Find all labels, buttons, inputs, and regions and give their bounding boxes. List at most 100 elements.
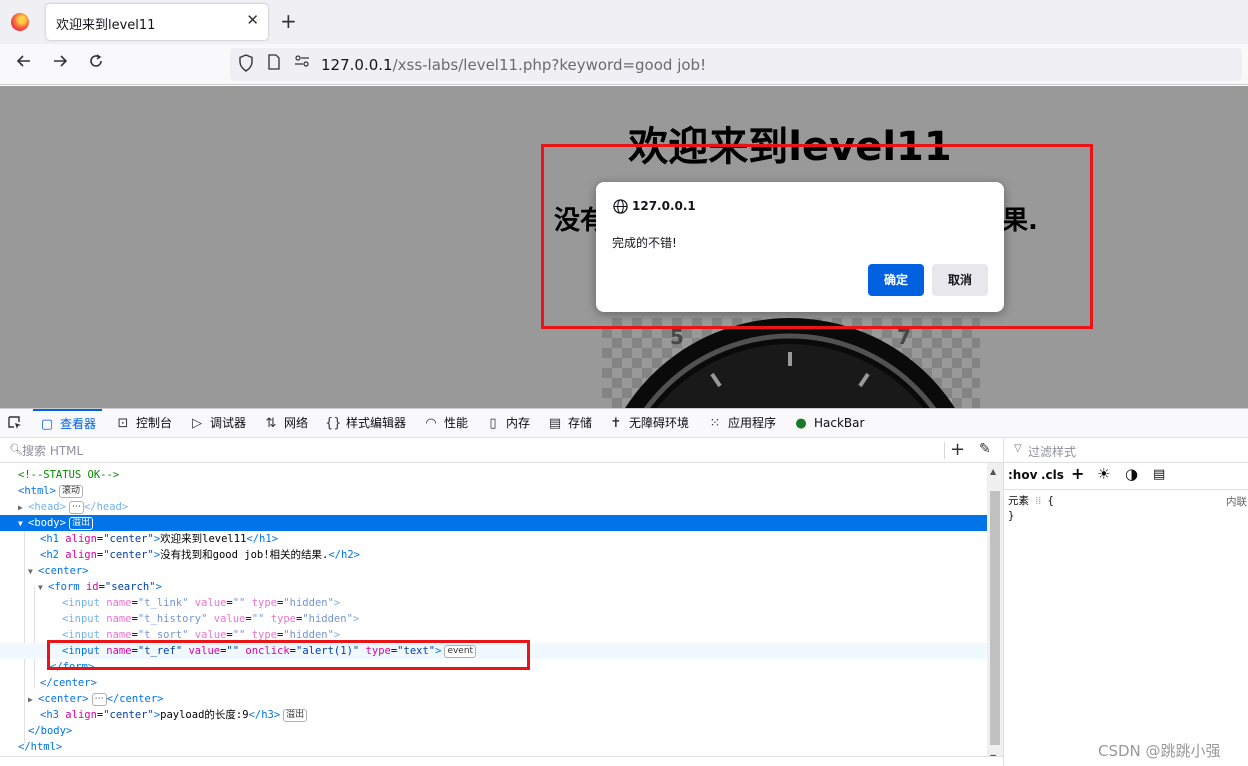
tab-strip: 欢迎来到level11 ✕ + (0, 0, 1248, 44)
markup-line-center[interactable]: ▼ <center> (0, 563, 987, 579)
watermark: CSDN @跳跳小强 (1098, 742, 1221, 760)
html-search-bar: 🔍︎ 搜索 HTML + ✎ (0, 438, 1003, 463)
overflow-badge[interactable]: 溢出 (283, 709, 308, 722)
eyedropper-icon[interactable]: ✎ (979, 441, 991, 457)
classes-button[interactable]: .cls (1041, 468, 1064, 482)
element-selector: 元素 (1008, 495, 1029, 507)
tab-hackbar-label: HackBar (814, 416, 865, 430)
tab-active[interactable]: 欢迎来到level11 ✕ (46, 4, 268, 40)
scroll-badge[interactable]: 滚动 (58, 485, 83, 498)
markup-tag: <html> (18, 485, 56, 497)
tab-application-label: 应用程序 (728, 416, 777, 430)
reload-button[interactable] (84, 52, 108, 76)
hackbar-icon: ● (795, 416, 807, 431)
url-host: 127.0.0.1 (321, 56, 393, 74)
markup-line-comment[interactable]: <!--STATUS OK--> (0, 467, 987, 483)
collapse-triangle-icon[interactable]: ▼ (38, 580, 48, 596)
breadcrumb-bar (0, 756, 1003, 766)
tab-debugger-label: 调试器 (210, 416, 247, 430)
markup-line-h1[interactable]: <h1 align="center">欢迎来到level11</h1> (0, 531, 987, 547)
light-theme-icon[interactable]: ☀ (1097, 465, 1110, 483)
back-button[interactable] (12, 52, 36, 76)
debugger-icon: ▷ (192, 416, 202, 431)
collapse-triangle-icon[interactable]: ▼ (28, 564, 38, 580)
rules-filter-bar: ▽ 过滤样式 (1004, 438, 1248, 463)
markup-line-body-close[interactable]: </body> (0, 723, 987, 739)
ok-button[interactable]: 确定 (868, 264, 924, 296)
add-node-button[interactable]: + (950, 439, 965, 460)
rules-filter-input[interactable]: 过滤样式 (1028, 443, 1076, 460)
markup-line-center-close[interactable]: </center> (0, 675, 987, 691)
search-icon: 🔍︎ (9, 443, 23, 456)
html-search-input[interactable]: 搜索 HTML (22, 442, 83, 459)
cancel-button[interactable]: 取消 (932, 264, 988, 296)
markup-line-h2[interactable]: <h2 align="center">没有找到和good job!相关的结果.<… (0, 547, 987, 563)
collapse-triangle-icon[interactable]: ▼ (18, 516, 28, 532)
memory-icon: ▯ (489, 416, 497, 431)
tab-memory-label: 内存 (506, 416, 531, 430)
expand-triangle-icon[interactable]: ▶ (18, 500, 28, 516)
annotation-box-input (47, 640, 530, 670)
tab-network[interactable]: ⇅ 网络 (263, 409, 308, 438)
url-text[interactable]: 127.0.0.1/xss-labs/level11.php?keyword=g… (321, 56, 706, 74)
tab-storage[interactable]: ▤ 存储 (547, 409, 592, 438)
firefox-logo-icon[interactable] (11, 13, 29, 31)
markup-line-input-t-link[interactable]: <input name="t_link" value="" type="hidd… (0, 595, 987, 611)
rule-close-brace: } (1008, 510, 1015, 522)
tab-style-editor[interactable]: {} 样式编辑器 (325, 409, 406, 438)
permissions-icon[interactable] (292, 54, 312, 74)
toolbar-separator (944, 442, 945, 459)
overflow-badge[interactable]: 溢出 (68, 517, 93, 530)
new-tab-button[interactable]: + (280, 9, 297, 33)
add-rule-icon[interactable]: + (1071, 464, 1084, 483)
close-tab-icon[interactable]: ✕ (246, 11, 259, 29)
markup-line-head[interactable]: ▶ <head> ⋯ </head> (0, 499, 987, 515)
url-path: /xss-labs/level11.php?keyword=good job! (392, 56, 707, 74)
alert-dialog: 127.0.0.1 完成的不错! 确定 取消 (596, 182, 1004, 312)
console-icon: ⊡ (117, 416, 129, 431)
markup-tag: </head> (83, 501, 129, 513)
tab-network-label: 网络 (284, 416, 309, 430)
rules-panel: ▽ 过滤样式 :hov .cls + ☀ ◑ ▤ 元素 ⁞⁞ { } 内联 (1003, 438, 1248, 766)
markup-line-center-collapsed[interactable]: ▶ <center> ⋯ </center> (0, 691, 987, 707)
markup-comment: <!--STATUS OK--> (18, 469, 120, 481)
element-picker-icon[interactable] (7, 415, 24, 432)
globe-icon (613, 199, 628, 214)
rules-body: 元素 ⁞⁞ { } (1008, 494, 1054, 524)
accessibility-icon: ✝ (610, 416, 622, 431)
hover-states-button[interactable]: :hov (1008, 468, 1037, 482)
tab-application[interactable]: ⁙ 应用程序 (707, 409, 776, 438)
markup-line-body-selected[interactable]: ▼ <body> 溢出 (0, 515, 987, 531)
shield-icon[interactable] (236, 54, 256, 74)
markup-scrollbar[interactable]: ▲ ▼ (987, 463, 1003, 766)
tab-inspector[interactable]: ▢ 查看器 (33, 409, 103, 438)
tab-console[interactable]: ⊡ 控制台 (115, 409, 172, 438)
tab-memory[interactable]: ▯ 内存 (485, 409, 530, 438)
markup-line-form[interactable]: ▼ <form id="search"> (0, 579, 987, 595)
tab-accessibility[interactable]: ✝ 无障碍环境 (608, 409, 689, 438)
tab-debugger[interactable]: ▷ 调试器 (189, 409, 246, 438)
tab-performance[interactable]: ◠ 性能 (423, 409, 468, 438)
application-icon: ⁙ (709, 416, 721, 431)
markup-line-html-close[interactable]: </html> (0, 739, 987, 755)
collapsed-badge[interactable]: ⋯ (91, 693, 107, 706)
markup-view: <!--STATUS OK--> <html> 滚动 ▶ <head> ⋯ </head… (0, 463, 987, 759)
markup-line-h3[interactable]: <h3 align="center">payload的长度:9</h3> 溢出 (0, 707, 987, 723)
tab-hackbar[interactable]: ● HackBar (793, 409, 864, 438)
collapsed-badge[interactable]: ⋯ (68, 501, 84, 514)
url-bar[interactable]: 127.0.0.1/xss-labs/level11.php?keyword=g… (230, 48, 1242, 81)
markup-tag: <body> (28, 517, 66, 529)
scroll-up-icon[interactable]: ▲ (990, 467, 996, 476)
dialog-origin: 127.0.0.1 (632, 199, 696, 213)
browser-window: 欢迎来到level11 ✕ + 127.0.0.1/xss-labs/level… (0, 0, 1248, 766)
markup-line-input-t-history[interactable]: <input name="t_history" value="" type="h… (0, 611, 987, 627)
reload-icon (90, 54, 102, 67)
markup-line-html[interactable]: <html> 滚动 (0, 483, 987, 499)
expand-triangle-icon[interactable]: ▶ (28, 692, 38, 708)
forward-button[interactable] (48, 52, 72, 76)
tab-inspector-label: 查看器 (60, 417, 97, 431)
page-icon[interactable] (264, 54, 284, 74)
dark-theme-icon[interactable]: ◑ (1125, 465, 1138, 483)
print-media-icon[interactable]: ▤ (1153, 467, 1165, 482)
scroll-thumb[interactable] (990, 491, 1000, 745)
